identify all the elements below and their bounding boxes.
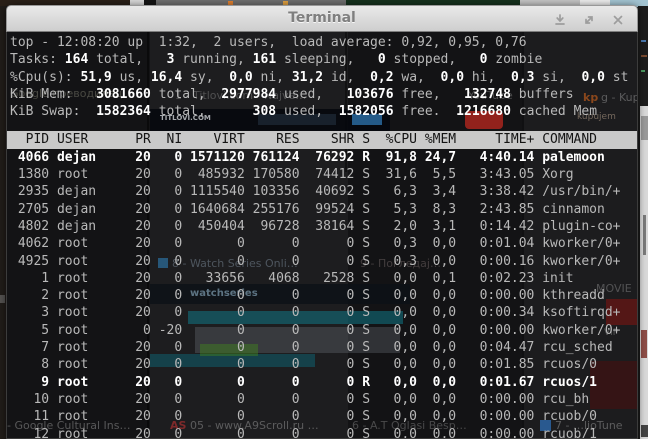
- top-summary-line: KiB Swap: 1582364 total, 308 used, 15820…: [10, 104, 598, 120]
- process-row: 10 root 20 0 0 0 0 S 0,0 0,0 0:00.00 rcu…: [10, 391, 637, 407]
- titlebar-buttons: [553, 6, 625, 33]
- window-titlebar[interactable]: Terminal: [6, 5, 638, 32]
- minimize-button[interactable]: [553, 13, 567, 27]
- top-summary-line: Tasks: 164 total, 3 running, 161 sleepin…: [10, 52, 543, 68]
- process-row: 4802 dejan 20 0 450404 96728 38164 S 2,0…: [10, 218, 637, 234]
- terminal-window: Terminal Google преводилац 1 - Titlovi.co…: [6, 5, 638, 439]
- maximize-button[interactable]: [582, 13, 596, 27]
- bg-box-fragment: [641, 40, 646, 42]
- process-row: 4066 dejan 20 0 1571120 761124 76292 R 9…: [10, 149, 637, 165]
- process-row: 2705 dejan 20 0 1640684 255176 99524 S 5…: [10, 201, 637, 217]
- resize-diagonal-icon: [585, 15, 593, 24]
- process-row: 4925 root 20 0 0 0 0 S 0,3 0,0 0:00.16 k…: [10, 253, 637, 269]
- process-row: 12 root 20 0 0 0 0 S 0,0 0,0 0:00.00 rcu…: [10, 426, 637, 439]
- process-row: 1 root 20 0 33656 4068 2528 S 0,0 0,1 0:…: [10, 270, 637, 286]
- top-summary-line: KiB Mem: 3081660 total, 2977984 used, 10…: [10, 86, 574, 102]
- bg-box-fragment: [641, 330, 647, 358]
- process-row: 1380 root 20 0 485932 170580 74412 S 31,…: [10, 167, 637, 183]
- bg-box-fragment: [0, 295, 5, 303]
- close-button[interactable]: [611, 13, 625, 27]
- bg-box-fragment: [638, 6, 648, 108]
- top-summary: top - 12:08:20 up 1:32, 2 users, load av…: [10, 34, 637, 120]
- arrow-down-to-bar-icon: [555, 13, 565, 25]
- process-row: 2935 dejan 20 0 1115540 103356 40692 S 6…: [10, 184, 637, 200]
- summary-table-gap: [10, 120, 637, 131]
- window-title: Terminal: [288, 10, 356, 26]
- bg-box-fragment: [641, 55, 647, 57]
- process-row: 4062 root 20 0 0 0 0 S 0,3 0,0 0:01.04 k…: [10, 236, 637, 252]
- process-row: 2 root 20 0 0 0 0 S 0,0 0,0 0:00.00 kthr…: [10, 288, 637, 304]
- process-row: 3 root 20 0 0 0 0 S 0,0 0,0 0:00.34 ksof…: [10, 305, 637, 321]
- bg-box-fragment: [640, 106, 648, 439]
- process-row: 5 root 0 -20 0 0 0 S 0,0 0,0 0:00.00 kwo…: [10, 322, 637, 338]
- bg-box-fragment: [641, 116, 648, 140]
- bg-box-fragment: [641, 70, 645, 72]
- top-output: top - 12:08:20 up 1:32, 2 users, load av…: [7, 32, 637, 439]
- process-table-header: PID USER PR NI VIRT RES SHR S %CPU %MEM …: [7, 131, 637, 149]
- close-icon: [613, 15, 623, 24]
- process-row: 9 root 20 0 0 0 0 R 0,0 0,0 0:01.67 rcuo…: [10, 374, 637, 390]
- top-summary-line: top - 12:08:20 up 1:32, 2 users, load av…: [10, 35, 527, 50]
- process-table-body: 4066 dejan 20 0 1571120 761124 76292 R 9…: [10, 149, 637, 439]
- bg-box-fragment: [641, 425, 648, 437]
- top-summary-line: %Cpu(s): 51,9 us, 16,4 sy, 0,0 ni, 31,2 …: [10, 69, 629, 85]
- terminal-screen[interactable]: Google преводилац 1 - Titlovi.com - Najve…: [6, 32, 638, 439]
- bg-box-fragment: [643, 215, 646, 255]
- process-row: 8 root 20 0 0 0 0 S 0,0 0,0 0:01.85 rcuo…: [10, 357, 637, 373]
- process-row: 11 root 20 0 0 0 0 S 0,0 0,0 0:00.00 rcu…: [10, 409, 637, 425]
- process-row: 7 root 20 0 0 0 0 S 0,0 0,0 0:04.47 rcu_…: [10, 340, 637, 356]
